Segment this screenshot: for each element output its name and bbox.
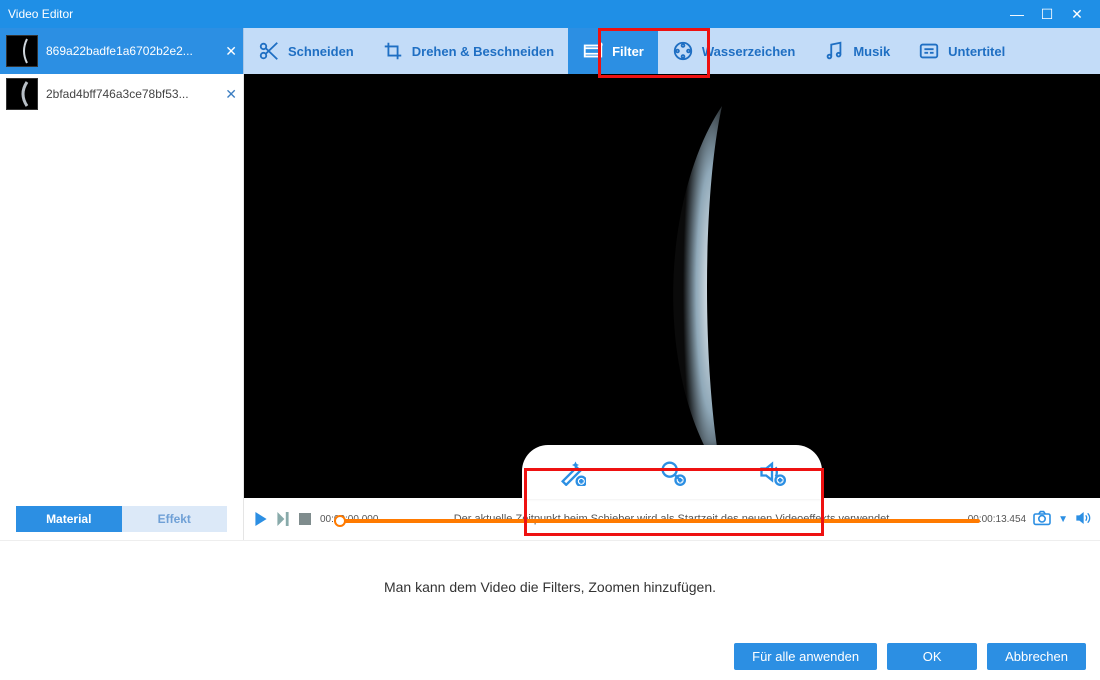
sidebar-file-active: 869a22badfe1a6702b2e2... ✕: [0, 28, 244, 74]
volume-button[interactable]: [1074, 510, 1092, 529]
tool-label: Schneiden: [288, 44, 354, 59]
stop-button[interactable]: [296, 510, 314, 528]
apply-all-button[interactable]: Für alle anwenden: [734, 643, 877, 670]
ok-button[interactable]: OK: [887, 643, 977, 670]
maximize-button[interactable]: ☐: [1032, 6, 1062, 23]
tool-cut[interactable]: Schneiden: [244, 28, 368, 74]
tool-label: Filter: [612, 44, 644, 59]
tool-rotate-crop[interactable]: Drehen & Beschneiden: [368, 28, 568, 74]
tool-music[interactable]: Musik: [809, 28, 904, 74]
file-thumbnail: [6, 35, 38, 67]
play-button[interactable]: [252, 510, 270, 528]
chevron-down-icon[interactable]: ▼: [1058, 514, 1068, 525]
cancel-button[interactable]: Abbrechen: [987, 643, 1086, 670]
file-close-button[interactable]: ✕: [225, 86, 237, 103]
tool-filter[interactable]: Filter: [568, 28, 658, 74]
add-audio-button[interactable]: [757, 457, 787, 487]
music-note-icon: [823, 40, 845, 62]
tab-effect[interactable]: Effekt: [122, 506, 228, 532]
filmstrip-icon: [582, 40, 604, 62]
add-zoom-button[interactable]: [657, 457, 687, 487]
close-button[interactable]: ✕: [1062, 6, 1092, 23]
subtitle-icon: [918, 40, 940, 62]
file-item[interactable]: 2bfad4bff746a3ce78bf53... ✕: [0, 74, 243, 114]
snapshot-button[interactable]: [1032, 510, 1052, 529]
scissors-icon: [258, 40, 280, 62]
crop-rotate-icon: [382, 40, 404, 62]
titlebar: Video Editor — ☐ ✕: [0, 0, 1100, 28]
timeline-track[interactable]: [334, 519, 980, 523]
button-bar: Für alle anwenden OK Abbrechen: [0, 632, 1100, 680]
sidebar: 2bfad4bff746a3ce78bf53... ✕: [0, 74, 244, 498]
panel-tabs: Material Effekt: [0, 498, 244, 540]
description-text: Man kann dem Video die Filters, Zoomen h…: [0, 540, 1100, 632]
tool-watermark[interactable]: Wasserzeichen: [658, 28, 809, 74]
tool-label: Drehen & Beschneiden: [412, 44, 554, 59]
reel-icon: [672, 40, 694, 62]
tool-label: Untertitel: [948, 44, 1005, 59]
minimize-button[interactable]: —: [1002, 6, 1032, 22]
tab-material[interactable]: Material: [16, 506, 122, 532]
file-close-button[interactable]: ✕: [225, 43, 237, 60]
file-name-label: 2bfad4bff746a3ce78bf53...: [46, 87, 217, 101]
file-thumbnail: [6, 78, 38, 110]
timeline: 00:00:00.000 Der aktuelle Zeitpunkt beim…: [244, 510, 1100, 529]
tool-label: Wasserzeichen: [702, 44, 795, 59]
step-button[interactable]: [274, 510, 292, 528]
tool-label: Musik: [853, 44, 890, 59]
window-title: Video Editor: [8, 7, 73, 21]
toolbar: Schneiden Drehen & Beschneiden Filter Wa…: [244, 28, 1100, 74]
file-item[interactable]: 869a22badfe1a6702b2e2... ✕: [0, 28, 243, 74]
video-preview[interactable]: [244, 74, 1100, 498]
timeline-scrubber[interactable]: [334, 515, 346, 527]
add-filter-button[interactable]: [557, 457, 587, 487]
tool-subtitle[interactable]: Untertitel: [904, 28, 1019, 74]
file-name-label: 869a22badfe1a6702b2e2...: [46, 44, 217, 58]
effect-tools-popover: [522, 445, 822, 499]
